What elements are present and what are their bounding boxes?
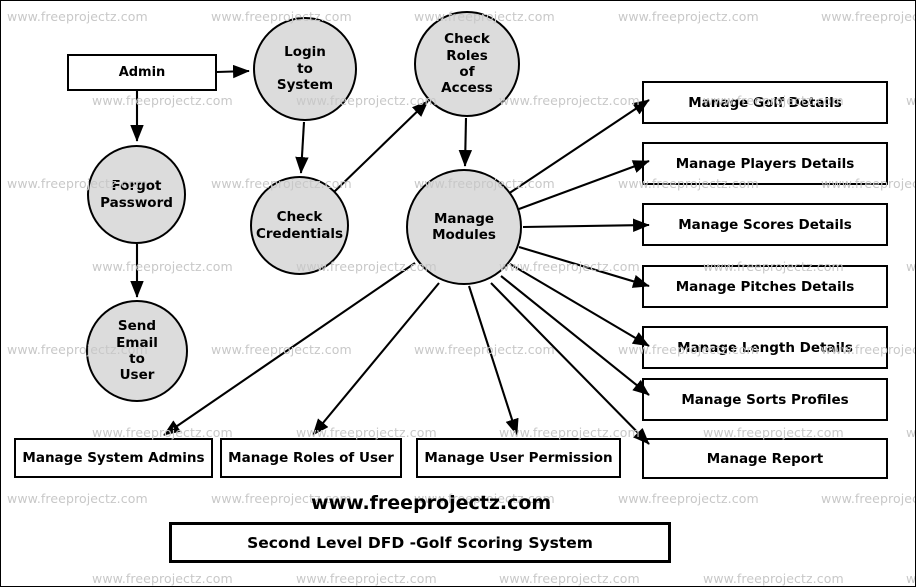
data-box-manage-players-details[interactable]: Manage Players Details — [642, 142, 888, 185]
diagram-title: Second Level DFD -Golf Scoring System — [247, 533, 593, 552]
data-box-label: Manage Sorts Profiles — [681, 391, 849, 408]
edge-manage-modules-to-manage-roles-of-user — [312, 282, 440, 436]
data-box-label: Manage Report — [706, 450, 824, 467]
process-check-credentials-label: Check Credentials — [255, 209, 343, 242]
edge-manage-modules-to-manage-user-permission — [468, 285, 519, 436]
data-box-manage-user-permission[interactable]: Manage User Permission — [416, 438, 621, 478]
edge-login-to-check-credentials — [295, 121, 309, 174]
edge-manage-modules-to-players-details — [518, 160, 650, 210]
data-box-manage-pitches-details[interactable]: Manage Pitches Details — [642, 265, 888, 308]
process-send-email-to-user-label: Send Email to User — [116, 318, 158, 384]
process-forgot-password[interactable]: Forgot Password — [87, 145, 186, 244]
process-manage-modules-label: Manage Modules — [432, 210, 496, 243]
edge-manage-modules-to-scores-details — [522, 218, 650, 232]
data-box-label: Manage Golf Details — [688, 94, 842, 111]
data-box-manage-scores-details[interactable]: Manage Scores Details — [642, 203, 888, 246]
process-send-email-to-user[interactable]: Send Email to User — [86, 300, 188, 402]
data-box-label: Manage User Permission — [424, 450, 613, 466]
process-check-roles-of-access-label: Check Roles of Access — [441, 31, 493, 97]
process-login-to-system-label: Login to System — [276, 44, 334, 94]
process-manage-modules[interactable]: Manage Modules — [406, 169, 522, 285]
data-box-manage-system-admins[interactable]: Manage System Admins — [14, 438, 213, 478]
data-box-label: Manage Length Details — [677, 339, 853, 356]
edge-admin-to-login — [216, 64, 250, 79]
external-entity-admin[interactable]: Admin — [67, 54, 217, 91]
dfd-diagram-canvas: Admin Login to System Check Roles of Acc… — [0, 0, 916, 587]
external-entity-admin-label: Admin — [118, 65, 166, 80]
edge-check-credentials-to-check-roles — [333, 100, 429, 193]
edge-manage-modules-to-manage-system-admins — [163, 262, 416, 436]
data-box-manage-report[interactable]: Manage Report — [642, 438, 888, 479]
data-box-manage-sorts-profiles[interactable]: Manage Sorts Profiles — [642, 378, 888, 421]
data-box-manage-golf-details[interactable]: Manage Golf Details — [642, 81, 888, 124]
diagram-title-box: Second Level DFD -Golf Scoring System — [169, 522, 671, 563]
edge-manage-modules-to-manage-report — [490, 282, 650, 445]
edge-manage-modules-to-sorts-profiles — [500, 275, 650, 396]
data-box-manage-roles-of-user[interactable]: Manage Roles of User — [220, 438, 402, 478]
data-box-label: Manage System Admins — [22, 450, 205, 466]
edge-manage-modules-to-length-details — [509, 263, 650, 347]
process-login-to-system[interactable]: Login to System — [253, 17, 357, 121]
process-forgot-password-label: Forgot Password — [100, 178, 173, 211]
site-brand-label: www.freeprojectz.com — [311, 492, 552, 514]
process-check-roles-of-access[interactable]: Check Roles of Access — [414, 11, 520, 117]
edge-check-roles-to-manage-modules — [458, 117, 473, 167]
data-box-manage-length-details[interactable]: Manage Length Details — [642, 326, 888, 369]
data-box-label: Manage Players Details — [675, 155, 855, 172]
data-box-label: Manage Roles of User — [228, 450, 394, 466]
process-check-credentials[interactable]: Check Credentials — [250, 176, 349, 275]
data-box-label: Manage Pitches Details — [675, 278, 855, 295]
data-box-label: Manage Scores Details — [678, 216, 852, 233]
edge-manage-modules-to-golf-details — [507, 99, 650, 195]
